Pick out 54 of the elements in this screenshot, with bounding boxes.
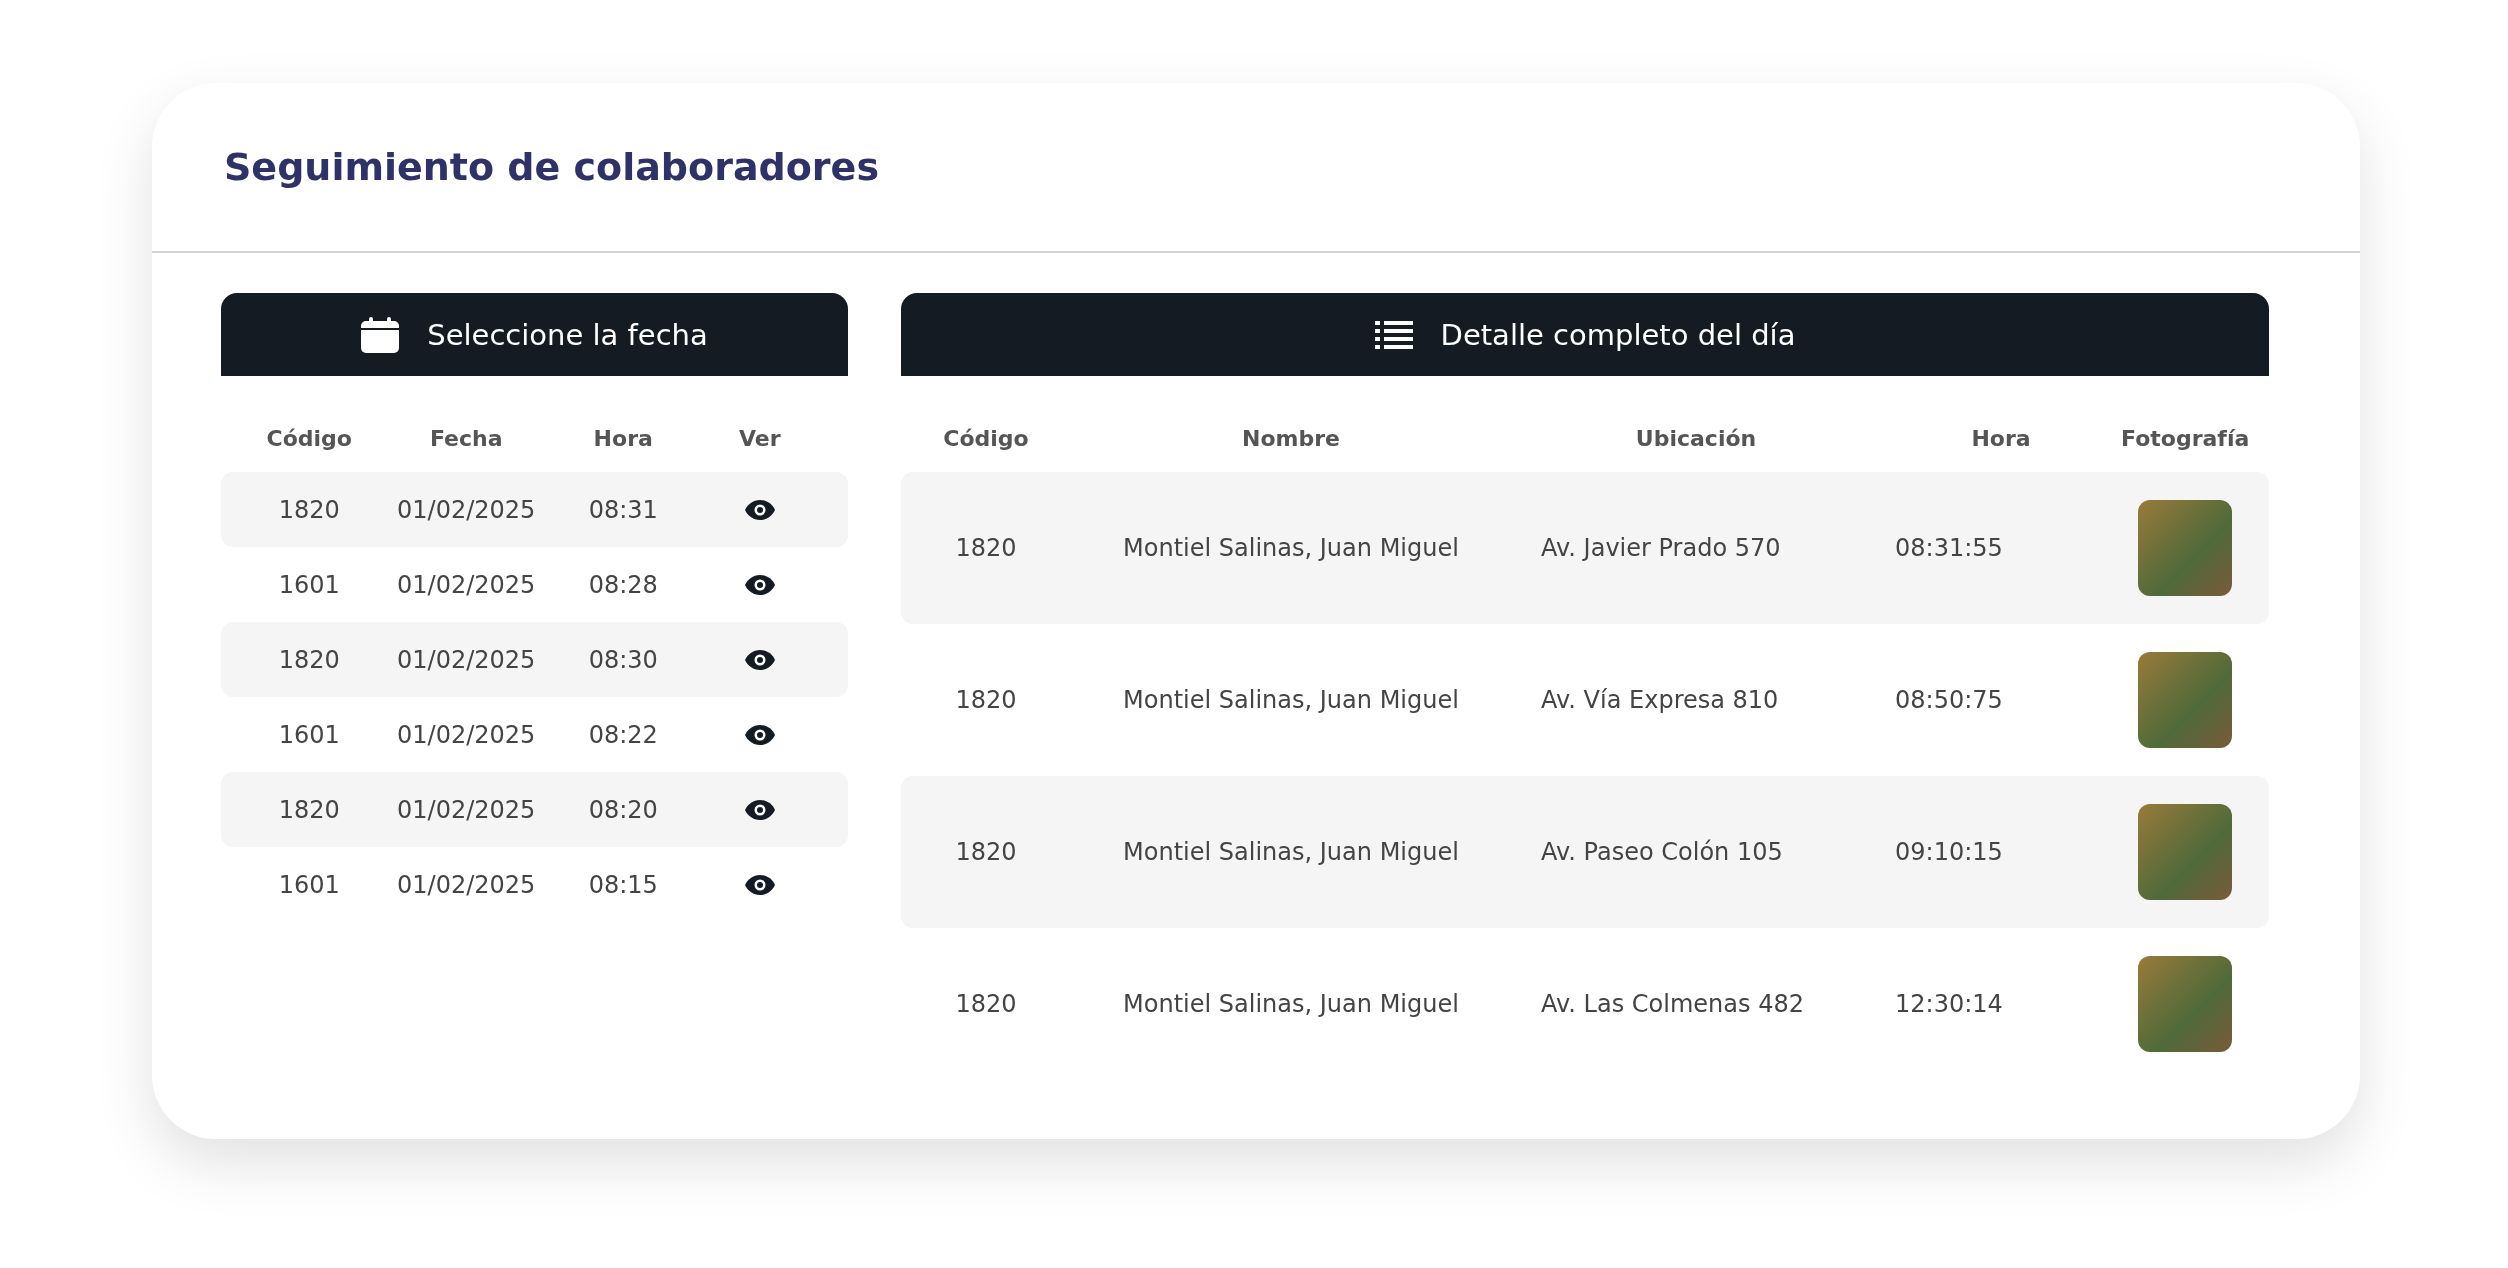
table-cell-text: 1820 [277,645,341,674]
view-eye-icon[interactable] [743,648,776,671]
table-cell-text: Montiel Salinas, Juan Miguel [1122,990,1460,1018]
view-eye-icon[interactable] [743,723,776,746]
column-header: Fecha [428,425,504,451]
column-header: Hora [592,425,654,451]
view-eye-icon[interactable] [743,873,776,896]
table-cell-text: 08:20 [587,795,659,824]
view-eye-icon[interactable] [743,498,776,521]
column-header: Código [942,425,1030,451]
list-icon [1374,320,1413,349]
table-cell-text: Montiel Salinas, Juan Miguel [1122,686,1460,714]
table-cell-text: 08:50:75 [1894,686,2004,714]
column-header: Nombre [1241,425,1341,451]
table-cell-text: 01/02/2025 [396,645,537,674]
column-header: Código [265,425,353,451]
table-cell-text: 1601 [277,720,341,749]
table-cell-text: Av. Vía Expresa 810 [1540,686,1780,714]
column-header: Fotografía [2121,425,2250,451]
panel-header-title: Detalle completo del día [1440,317,1796,352]
view-eye-icon[interactable] [743,573,776,596]
table-cell-text: 01/02/2025 [396,570,537,599]
table-cell-text: 08:30 [587,645,659,674]
column-header: Hora [1970,425,2032,451]
table-cell-text: Montiel Salinas, Juan Miguel [1122,534,1460,562]
column-header: Ubicación [1634,425,1758,451]
column-header: Ver [737,425,782,451]
view-eye-icon[interactable] [743,798,776,821]
page-title: Seguimiento de colaboradores [224,145,879,189]
table-cell-text: 01/02/2025 [396,795,537,824]
table-cell-text: Av. Las Colmenas 482 [1540,990,1805,1018]
table-cell-text: 1820 [954,534,1018,562]
table-cell-text: 1820 [277,495,341,524]
table-cell-text: 1820 [277,795,341,824]
table-cell-text: 01/02/2025 [396,495,537,524]
table-cell-text: 09:10:15 [1894,838,2004,866]
table-cell-text: 08:31 [587,495,659,524]
table-cell-text: 08:28 [587,570,659,599]
table-cell-text: 08:22 [587,720,659,749]
table-cell-text: Montiel Salinas, Juan Miguel [1122,838,1460,866]
table-cell-text: 01/02/2025 [396,870,537,899]
table-cell-text: 08:15 [587,870,659,899]
table-cell-text: 08:31:55 [1894,534,2004,562]
table-cell-text: 1601 [277,870,341,899]
table-cell-text: 12:30:14 [1894,990,2004,1018]
table-cell-text: Av. Javier Prado 570 [1540,534,1782,562]
table-cell-text: 1820 [954,838,1018,866]
table-cell-text: 1820 [954,686,1018,714]
table-cell-text: 1601 [277,570,341,599]
table-cell-text: 1820 [954,990,1018,1018]
table-cell-text: 01/02/2025 [396,720,537,749]
calendar-icon [361,316,400,353]
panel-header-title: Seleccione la fecha [427,317,708,352]
table-cell-text: Av. Paseo Colón 105 [1540,838,1784,866]
